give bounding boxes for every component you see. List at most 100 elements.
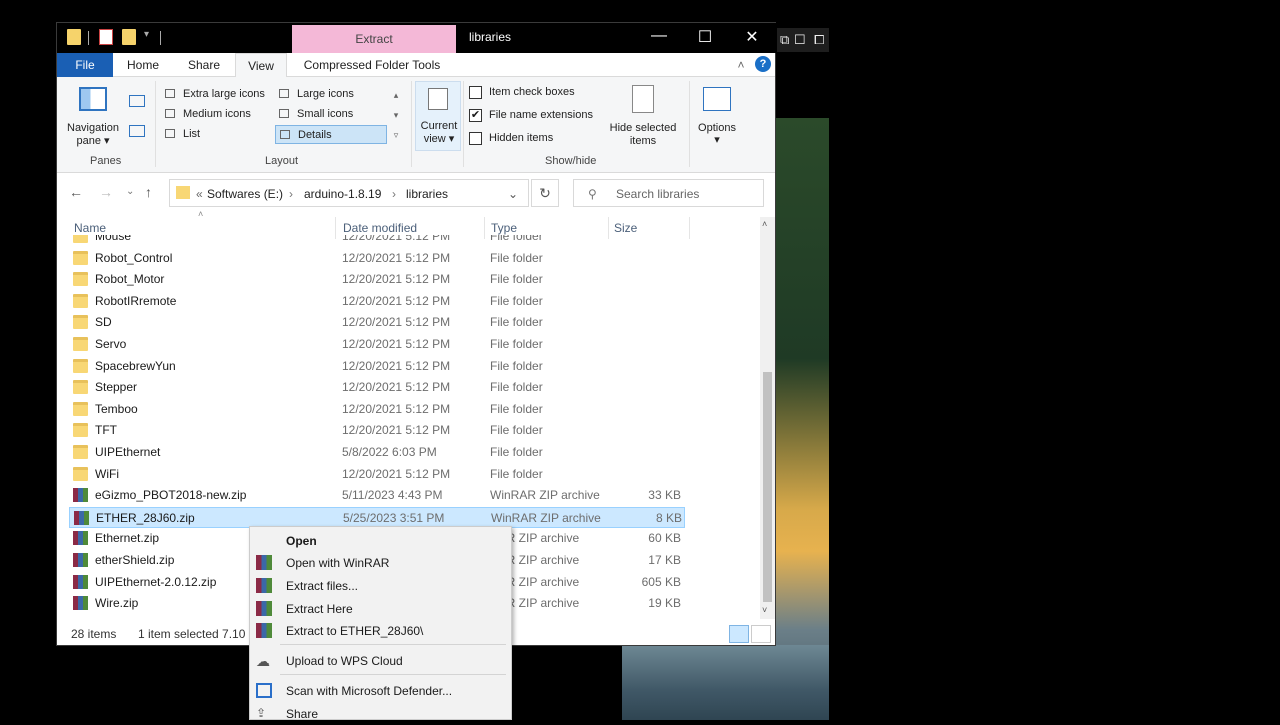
menu-item-extract-here[interactable]: Extract Here	[250, 598, 511, 620]
breadcrumb-libraries[interactable]: libraries	[406, 187, 448, 201]
file-row[interactable]: RobotIRremote 12/20/2021 5:12 PM File fold…	[69, 291, 685, 312]
hide-selected-label[interactable]: Hide selected	[603, 122, 683, 135]
refresh-button[interactable]: ↻	[531, 179, 559, 207]
collapse-ribbon-icon[interactable]: ˄	[733, 53, 749, 77]
file-name: Servo	[95, 337, 127, 351]
menu-item-share[interactable]: ⇪ Share	[250, 703, 511, 725]
navigation-pane-label[interactable]: Navigation	[63, 122, 123, 135]
menu-item-open-with-winrar[interactable]: Open with WinRAR	[250, 552, 511, 574]
menu-item-scan-with-microsoft-defender[interactable]: Scan with Microsoft Defender...	[250, 680, 511, 702]
folder-icon	[73, 235, 88, 243]
up-button[interactable]: ↑	[145, 184, 152, 200]
file-name: RobotIRremote	[95, 293, 177, 308]
menu-item-label: Extract to ETHER_28J60\	[286, 624, 424, 638]
scrollbar-thumb[interactable]	[763, 372, 772, 602]
tab-home[interactable]: Home	[117, 53, 169, 77]
file-row[interactable]: Temboo 12/20/2021 5:12 PM File folder	[69, 399, 685, 420]
menu-item-extract-files[interactable]: Extract files...	[250, 575, 511, 597]
file-type: File folder	[490, 423, 543, 438]
options-dropdown-icon[interactable]: ▾	[687, 134, 747, 147]
winrar-archive-icon	[73, 596, 88, 611]
hidden-items-label[interactable]: Hidden items	[489, 132, 553, 145]
folder-icon	[73, 466, 88, 481]
column-divider[interactable]	[689, 217, 690, 239]
file-row[interactable]: UIPEthernet 5/8/2022 6:03 PM File folder	[69, 442, 685, 463]
file-row[interactable]: Robot_Control 12/20/2021 5:12 PM File fold…	[69, 248, 685, 269]
layout-list[interactable]: List	[161, 125, 273, 144]
column-header-type[interactable]: Type	[491, 221, 517, 235]
address-row: ← → ⌄ ↑ « Softwares (E:) › arduino-1.8.1…	[57, 173, 775, 213]
scroll-up-icon[interactable]: ˄	[762, 219, 767, 229]
layout-details[interactable]: Details	[275, 125, 387, 144]
breadcrumb-overflow[interactable]: «	[196, 187, 203, 201]
recent-locations-icon[interactable]: ⌄	[126, 186, 134, 197]
item-check-boxes-label[interactable]: Item check boxes	[489, 86, 575, 99]
back-button[interactable]: ←	[69, 184, 83, 200]
file-name-extensions-label[interactable]: File name extensions	[489, 109, 593, 122]
hidden-items-checkbox[interactable]	[469, 132, 482, 145]
date-modified: 12/20/2021 5:12 PM	[342, 250, 451, 265]
close-button[interactable]: ✕	[737, 27, 767, 47]
file-row[interactable]: SD 12/20/2021 5:12 PM File folder	[69, 312, 685, 333]
navigation-pane-icon[interactable]	[79, 87, 107, 111]
scroll-down-icon[interactable]: ˅	[762, 605, 767, 615]
tab-file[interactable]: File	[57, 53, 113, 77]
tab-share[interactable]: Share	[177, 53, 231, 77]
breadcrumb-arduino[interactable]: arduino-1.8.19	[304, 187, 381, 201]
tab-view[interactable]: View	[235, 53, 287, 78]
vertical-scrollbar[interactable]: ˄ ˅	[760, 217, 775, 619]
forward-button[interactable]: →	[99, 184, 113, 200]
file-row[interactable]: WiFi 12/20/2021 5:12 PM File folder	[69, 464, 685, 485]
divider	[160, 31, 161, 45]
menu-item-open[interactable]: Open	[250, 530, 511, 552]
file-size: 605 KB	[641, 574, 681, 589]
column-header-size[interactable]: Size	[614, 221, 637, 235]
minimize-button[interactable]: —	[644, 27, 674, 45]
chevron-down-icon[interactable]: ▾	[144, 29, 158, 45]
file-row[interactable]: TFT 12/20/2021 5:12 PM File folder	[69, 420, 685, 441]
breadcrumb-drive[interactable]: Softwares (E:)	[207, 187, 283, 201]
details-view-icon[interactable]	[729, 625, 749, 643]
item-check-boxes-checkbox[interactable]	[469, 86, 482, 99]
file-row[interactable]: Mouse 12/20/2021 5:12 PM File folder	[69, 235, 685, 247]
group-label-layout: Layout	[265, 155, 299, 167]
layout-medium-icons[interactable]: Medium icons	[161, 105, 273, 124]
search-input[interactable]: ⚲ Search libraries	[573, 179, 764, 207]
preview-pane-icon[interactable]	[129, 95, 145, 107]
file-row[interactable]: Servo 12/20/2021 5:12 PM File folder	[69, 334, 685, 355]
new-folder-icon[interactable]	[122, 29, 136, 45]
layout-large-icons[interactable]: Large icons	[275, 85, 387, 104]
layout-extra-large-icons[interactable]: Extra large icons	[161, 85, 273, 104]
file-name-extensions-checkbox[interactable]: ✔	[469, 109, 482, 122]
address-bar[interactable]: « Softwares (E:) › arduino-1.8.19 › libr…	[169, 179, 529, 207]
file-row[interactable]: SpacebrewYun 12/20/2021 5:12 PM File folde…	[69, 356, 685, 377]
properties-icon[interactable]	[99, 29, 113, 45]
file-row[interactable]: eGizmo_PBOT2018-new.zip 5/11/2023 4:43 PM…	[69, 485, 685, 506]
menu-item-extract-to-ether-28j60[interactable]: Extract to ETHER_28J60\	[250, 620, 511, 642]
column-header-date-modified[interactable]: Date modified	[343, 221, 417, 235]
search-icon: ⚲	[588, 187, 597, 201]
date-modified: 5/8/2022 6:03 PM	[342, 445, 437, 459]
file-row[interactable]: ETHER_28J60.zip 5/25/2023 3:51 PM WinRAR Z…	[69, 506, 685, 528]
file-row[interactable]: Stepper 12/20/2021 5:12 PM File folder	[69, 377, 685, 398]
menu-item-upload-to-wps-cloud[interactable]: ☁ Upload to WPS Cloud	[250, 650, 511, 672]
column-header-name[interactable]: Name	[74, 221, 106, 235]
hide-selected-icon[interactable]	[632, 85, 654, 113]
tab-compressed-folder-tools[interactable]: Compressed Folder Tools	[297, 53, 447, 77]
navigation-pane-label-2[interactable]: pane ▾	[63, 135, 123, 148]
context-tab-extract[interactable]: Extract	[292, 25, 456, 53]
layout-small-icons[interactable]: Small icons	[275, 105, 387, 124]
options-icon[interactable]	[703, 87, 731, 111]
search-placeholder: Search libraries	[616, 187, 700, 201]
date-modified: 12/20/2021 5:12 PM	[342, 358, 451, 373]
file-type: File folder	[490, 293, 543, 308]
hide-selected-label-2[interactable]: items	[603, 135, 683, 148]
current-view-button[interactable]: Current view ▾	[415, 81, 461, 151]
file-row[interactable]: Robot_Motor 12/20/2021 5:12 PM File folder	[69, 269, 685, 290]
help-icon[interactable]: ?	[755, 56, 771, 72]
details-pane-icon[interactable]	[129, 125, 145, 137]
address-dropdown-icon[interactable]: ⌄	[508, 187, 518, 201]
layout-scroll-icon[interactable]: ▴ ▾ ▿	[389, 85, 403, 145]
maximize-button[interactable]: ☐	[690, 27, 720, 47]
large-icons-view-icon[interactable]	[751, 625, 771, 643]
